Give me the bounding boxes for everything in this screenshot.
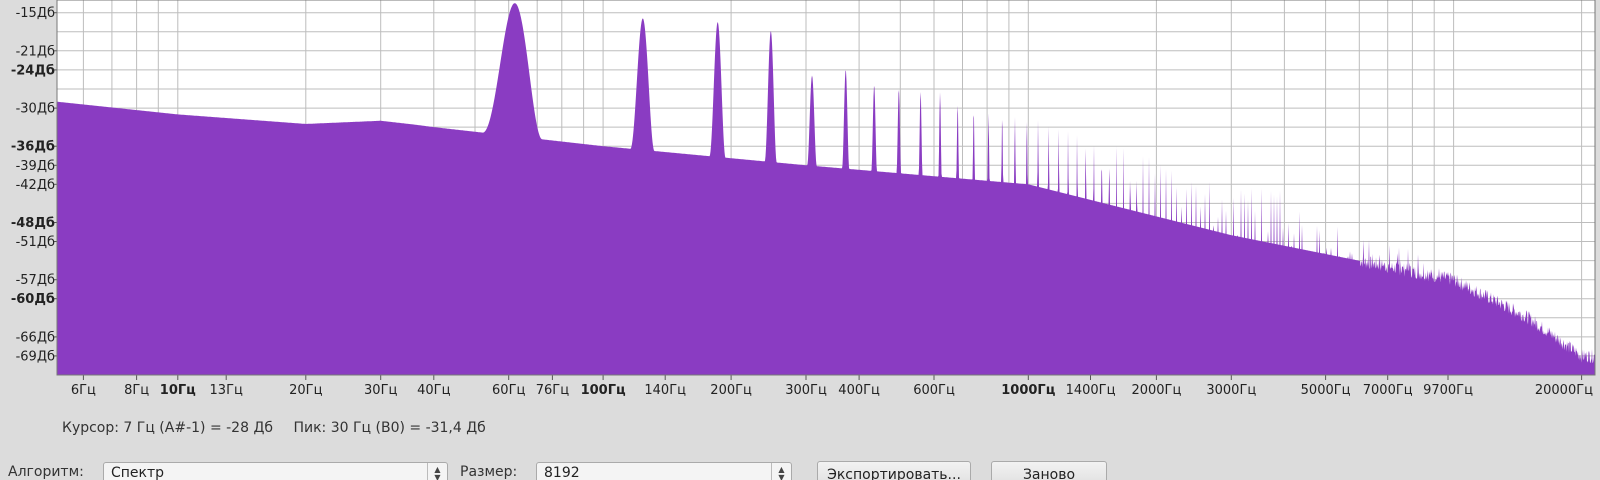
y-axis: -15Дб -21Дб -24Дб -30Дб -36Дб -39Дб -42Дб -48Дб…	[11, 6, 57, 364]
y-tick-label: -39Дб	[16, 159, 55, 174]
y-tick-label: -48Дб	[11, 216, 55, 231]
export-button[interactable]: Экспортировать...	[817, 461, 971, 480]
cursor-readout: Курсор: 7 Гц (A#-1) = -28 Дб	[62, 420, 274, 436]
y-tick-label: -30Дб	[16, 102, 55, 117]
size-label: Размер:	[460, 464, 518, 480]
x-tick-label: 10Гц	[160, 383, 196, 398]
spectrum-plot[interactable]: -15Дб -21Дб -24Дб -30Дб -36Дб -39Дб -42Дб -48Дб…	[0, 0, 1600, 410]
y-tick-label: -36Дб	[11, 140, 55, 155]
size-select[interactable]: 8192 ▲ ▼	[536, 462, 792, 480]
y-tick-label: -57Дб	[16, 273, 55, 288]
y-tick-label: -15Дб	[16, 6, 55, 21]
x-tick-label: 6Гц	[71, 383, 96, 398]
x-tick-label: 400Гц	[838, 383, 880, 398]
x-tick-label: 1400Гц	[1066, 383, 1116, 398]
x-tick-label: 300Гц	[785, 383, 827, 398]
status-line: Курсор: 7 Гц (A#-1) = -28 Дб Пик: 30 Гц …	[62, 420, 502, 436]
y-tick-label: -66Дб	[16, 330, 55, 345]
y-tick-label: -60Дб	[11, 292, 55, 307]
x-tick-label: 30Гц	[364, 383, 397, 398]
x-tick-label: 8Гц	[124, 383, 149, 398]
y-tick-label: -51Дб	[16, 235, 55, 250]
algorithm-label: Алгоритм:	[8, 464, 84, 480]
x-tick-label: 20Гц	[289, 383, 322, 398]
spin-arrows-icon: ▲ ▼	[771, 463, 791, 480]
x-axis: 6Гц 8Гц 10Гц 13Гц 20Гц 30Гц 40Гц 60Гц 76Гц 100Гц 1…	[71, 375, 1593, 398]
x-tick-label: 140Гц	[644, 383, 686, 398]
y-tick-label: -42Дб	[16, 178, 55, 193]
peak-readout: Пик: 30 Гц (B0) = -31,4 Дб	[293, 420, 486, 436]
x-tick-label: 7000Гц	[1363, 383, 1413, 398]
x-tick-label: 100Гц	[581, 383, 626, 398]
x-tick-label: 60Гц	[492, 383, 525, 398]
x-tick-label: 600Гц	[913, 383, 955, 398]
x-tick-label: 13Гц	[210, 383, 243, 398]
algorithm-value: Спектр	[111, 465, 165, 480]
x-tick-label: 20000Гц	[1535, 383, 1593, 398]
y-tick-label: -69Дб	[16, 349, 55, 364]
controls-bar: Алгоритм: Спектр ▲ ▼ Размер: 8192 ▲ ▼ Эксп…	[0, 460, 1600, 480]
spin-arrows-icon: ▲ ▼	[427, 463, 447, 480]
size-value: 8192	[544, 465, 580, 480]
x-tick-label: 1000Гц	[1001, 383, 1055, 398]
x-tick-label: 76Гц	[536, 383, 569, 398]
x-tick-label: 40Гц	[417, 383, 450, 398]
spectrum-window: -15Дб -21Дб -24Дб -30Дб -36Дб -39Дб -42Дб -48Дб…	[0, 0, 1600, 480]
x-tick-label: 2000Гц	[1131, 383, 1181, 398]
replot-button[interactable]: Заново	[991, 461, 1107, 480]
x-tick-label: 3000Гц	[1206, 383, 1256, 398]
x-tick-label: 200Гц	[710, 383, 752, 398]
x-tick-label: 5000Гц	[1301, 383, 1351, 398]
algorithm-select[interactable]: Спектр ▲ ▼	[103, 462, 448, 480]
y-tick-label: -24Дб	[11, 63, 55, 78]
x-tick-label: 9700Гц	[1423, 383, 1473, 398]
y-tick-label: -21Дб	[16, 44, 55, 59]
